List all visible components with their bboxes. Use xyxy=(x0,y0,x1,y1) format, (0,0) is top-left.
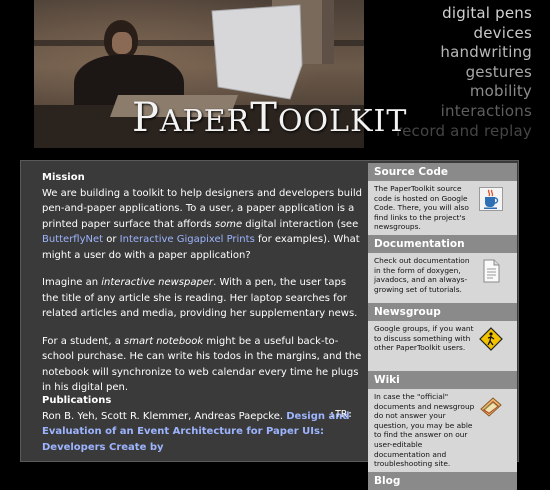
site-logo[interactable]: PAPERTOOLKIT xyxy=(132,98,407,138)
sidebar-newsgroup-box: Google groups, if you want to discuss so… xyxy=(368,320,517,371)
mission-heading: Mission xyxy=(42,172,85,183)
sidebar-source-code-heading[interactable]: Source Code xyxy=(368,163,517,181)
topic-item: devices xyxy=(473,23,532,42)
publication-authors: Ron B. Yeh, Scott R. Klemmer, Andreas Pa… xyxy=(42,410,287,422)
tech-report-mark: :TR: xyxy=(329,409,354,420)
mission-text: digital interaction (see xyxy=(242,218,359,230)
newspaper-paragraph: Imagine an interactive newspaper. With a… xyxy=(42,275,364,322)
topic-item: interactions xyxy=(440,101,532,120)
topic-item: digital pens xyxy=(442,4,532,22)
paragraph-emphasis: smart notebook xyxy=(124,335,204,347)
sidebar-documentation-box: Check out documentation in the form of d… xyxy=(368,252,517,303)
topic-item: record and replay xyxy=(396,121,532,140)
paragraph-text: Imagine an xyxy=(42,277,102,288)
logo-letter: P xyxy=(132,95,160,141)
sidebar-newsgroup-heading[interactable]: Newsgroup xyxy=(368,302,517,321)
topic-item: gestures xyxy=(465,62,532,81)
topic-list: digital pens devices handwriting gesture… xyxy=(396,4,532,141)
gigapixel-prints-link[interactable]: Interactive Gigapixel Prints xyxy=(120,234,255,245)
sidebar-wiki-box: In case the "official" documents and new… xyxy=(368,388,517,472)
header-banner: digital pens devices handwriting gesture… xyxy=(0,0,550,150)
sidebar-source-code-text: The PaperToolkit source code is hosted o… xyxy=(374,184,469,232)
mission-text: or xyxy=(103,234,120,245)
topic-item: mobility xyxy=(469,82,532,101)
document-icon[interactable] xyxy=(479,259,503,283)
logo-letters: OOLKIT xyxy=(277,104,408,139)
sidebar-wiki-heading[interactable]: Wiki xyxy=(368,370,517,389)
sidebar: Source Code The PaperToolkit source code… xyxy=(368,163,517,490)
paper-sheet-graphic xyxy=(211,4,303,100)
mission-paragraph: We are building a toolkit to help design… xyxy=(42,186,364,264)
java-cup-icon[interactable] xyxy=(479,187,503,211)
publications-heading: Publications xyxy=(42,395,112,406)
logo-letter: T xyxy=(250,95,278,141)
main-column: Mission We are building a toolkit to hel… xyxy=(42,170,364,408)
sidebar-documentation-heading[interactable]: Documentation xyxy=(368,234,517,253)
publication-entry: Ron B. Yeh, Scott R. Klemmer, Andreas Pa… xyxy=(42,409,364,456)
paragraph-text: For a student, a xyxy=(42,335,125,347)
mission-emphasis: some xyxy=(214,218,243,230)
butterflynet-link[interactable]: ButterflyNet xyxy=(42,234,103,245)
crossing-sign-icon[interactable] xyxy=(479,327,503,351)
notebook-paragraph: For a student, a smart notebook might be… xyxy=(42,334,364,396)
sidebar-newsgroup-text: Google groups, if you want to discuss so… xyxy=(374,323,474,353)
publications-section: Publications Ron B. Yeh, Scott R. Klemme… xyxy=(42,393,364,455)
topic-item: handwriting xyxy=(440,43,532,62)
sidebar-wiki-text: In case the "official" documents and new… xyxy=(374,391,475,469)
paragraph-emphasis: interactive newspaper xyxy=(101,277,214,288)
photo-person-face xyxy=(112,32,132,54)
sandwich-icon[interactable] xyxy=(479,395,503,419)
sidebar-documentation-text: Check out documentation in the form of d… xyxy=(374,255,470,294)
sidebar-source-code-box: The PaperToolkit source code is hosted o… xyxy=(368,181,517,235)
logo-letters: APER xyxy=(159,104,251,139)
sidebar-blog-heading[interactable]: Blog xyxy=(368,471,517,490)
